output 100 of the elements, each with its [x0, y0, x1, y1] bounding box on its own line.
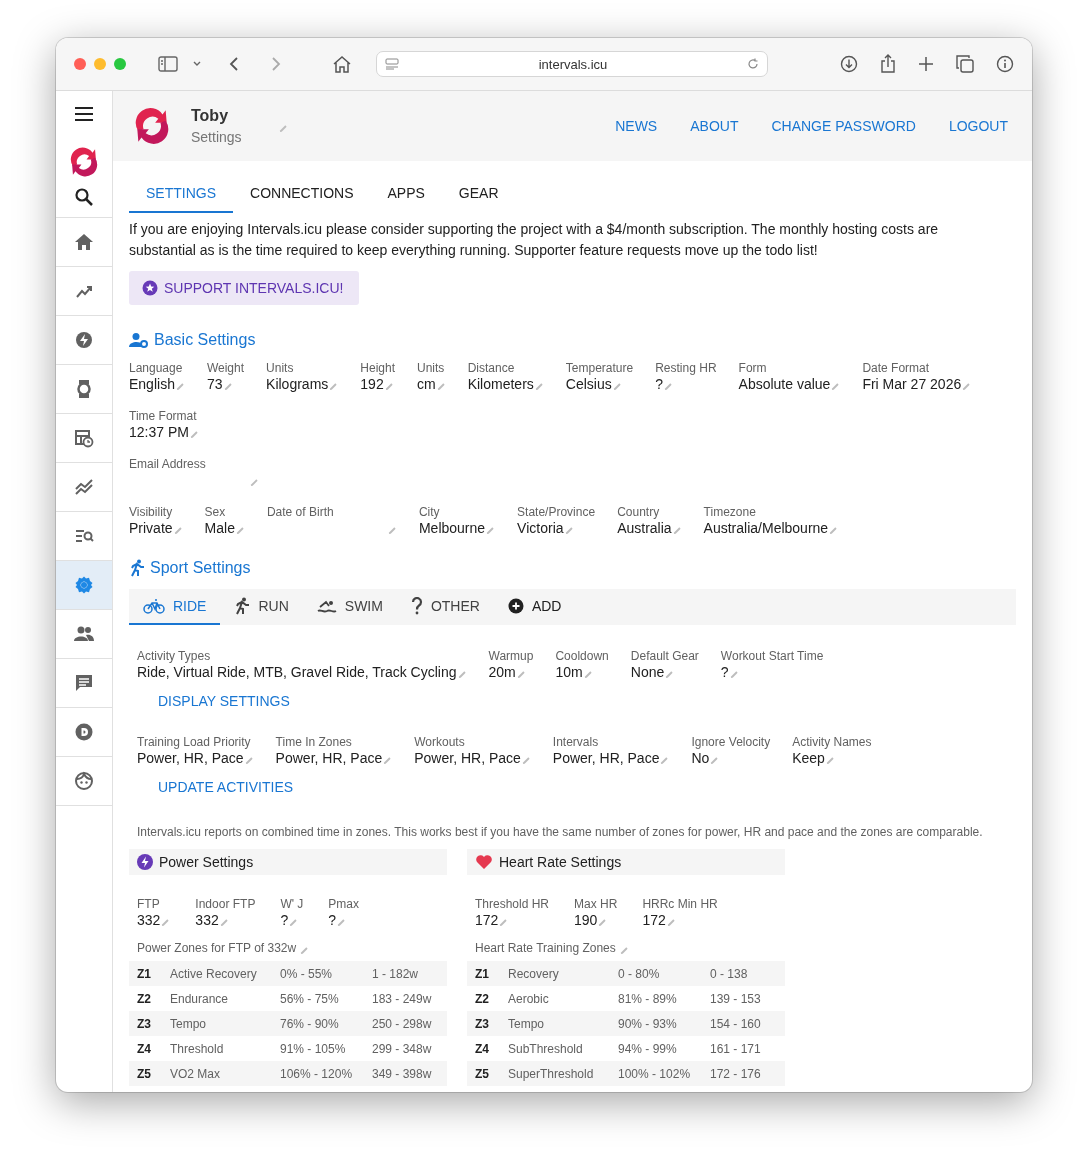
edit-icon[interactable]	[383, 755, 393, 765]
tab[interactable]: GEAR	[441, 175, 516, 213]
edit-icon[interactable]	[329, 381, 339, 391]
edit-icon[interactable]	[564, 525, 574, 535]
field-value[interactable]: Absolute value	[738, 375, 831, 393]
plus-icon[interactable]	[918, 56, 934, 72]
field-value[interactable]: Fri Mar 27 2026	[862, 375, 962, 393]
field-value[interactable]: No	[691, 749, 710, 767]
back-icon[interactable]	[228, 56, 240, 72]
edit-icon[interactable]	[436, 381, 446, 391]
edit-icon[interactable]	[289, 917, 299, 927]
field-value[interactable]: 172	[475, 911, 499, 929]
field-value[interactable]: Male	[204, 519, 235, 537]
edit-icon[interactable]	[387, 525, 397, 535]
edit-icon[interactable]	[612, 381, 622, 391]
edit-icon[interactable]	[729, 669, 739, 679]
edit-icon[interactable]	[534, 381, 544, 391]
edit-icon[interactable]	[672, 525, 682, 535]
display-settings-button[interactable]: DISPLAY SETTINGS	[137, 685, 311, 717]
sidebar-toggle-icon[interactable]	[158, 56, 178, 72]
edit-icon[interactable]	[161, 917, 171, 927]
field-value[interactable]: 332	[195, 911, 219, 929]
field-value[interactable]: ?	[280, 911, 289, 929]
header-link[interactable]: LOGOUT	[948, 118, 1008, 134]
edit-icon[interactable]	[457, 669, 467, 679]
field-value[interactable]: Kilograms	[266, 375, 329, 393]
header-link[interactable]: CHANGE PASSWORD	[771, 118, 916, 134]
chevron-down-icon[interactable]	[192, 60, 202, 68]
edit-icon[interactable]	[619, 945, 629, 955]
field-value[interactable]: Power, HR, Pace	[275, 749, 383, 767]
field-value[interactable]: cm	[417, 375, 436, 393]
address-bar[interactable]: intervals.icu	[376, 51, 768, 77]
edit-icon[interactable]	[244, 755, 254, 765]
field-value[interactable]: ?	[720, 663, 729, 681]
edit-icon[interactable]	[710, 755, 720, 765]
field-value[interactable]: 73	[206, 375, 223, 393]
sport-tab[interactable]: SWIM	[302, 589, 397, 625]
add-sport-button[interactable]: ADD	[493, 589, 576, 625]
sidebar-item[interactable]	[56, 561, 112, 610]
field-value[interactable]: ?	[328, 911, 337, 929]
edit-icon[interactable]	[666, 917, 676, 927]
field-value[interactable]: ?	[655, 375, 663, 393]
field-value[interactable]: Melbourne	[418, 519, 486, 537]
field-value[interactable]: 332	[137, 911, 161, 929]
tab[interactable]: APPS	[370, 175, 442, 213]
header-link[interactable]: NEWS	[615, 118, 658, 134]
field-value[interactable]: Power, HR, Pace	[414, 749, 521, 767]
tab[interactable]: SETTINGS	[129, 175, 233, 213]
field-value[interactable]: Kilometers	[467, 375, 534, 393]
sport-tab[interactable]: RIDE	[129, 589, 221, 625]
info-icon[interactable]	[996, 55, 1014, 73]
tab[interactable]: CONNECTIONS	[233, 175, 371, 213]
edit-icon[interactable]	[829, 525, 839, 535]
edit-icon[interactable]	[486, 525, 496, 535]
field-value[interactable]: Australia/Melbourne	[703, 519, 829, 537]
edit-icon[interactable]	[831, 381, 841, 391]
field-value[interactable]: English	[129, 375, 175, 393]
edit-icon[interactable]	[235, 525, 245, 535]
search-icon[interactable]	[74, 187, 94, 207]
minimize-window-icon[interactable]	[94, 58, 106, 70]
edit-icon[interactable]	[521, 755, 531, 765]
edit-icon[interactable]	[583, 669, 593, 679]
close-window-icon[interactable]	[74, 58, 86, 70]
edit-icon[interactable]	[279, 123, 288, 133]
header-link[interactable]: ABOUT	[690, 118, 739, 134]
edit-icon[interactable]	[499, 917, 509, 927]
field-value[interactable]: None	[630, 663, 665, 681]
edit-icon[interactable]	[664, 381, 673, 391]
edit-icon[interactable]	[337, 917, 347, 927]
field-value[interactable]: 10m	[555, 663, 583, 681]
edit-icon[interactable]	[189, 429, 199, 439]
menu-icon[interactable]	[74, 106, 94, 122]
sport-tab[interactable]: RUN	[220, 589, 303, 625]
support-button[interactable]: SUPPORT INTERVALS.ICU!	[129, 271, 360, 305]
share-icon[interactable]	[880, 54, 896, 74]
edit-icon[interactable]	[250, 477, 259, 487]
field-value[interactable]: Australia	[617, 519, 672, 537]
edit-icon[interactable]	[300, 945, 310, 955]
field-value[interactable]: 12:37 PM	[129, 423, 189, 441]
home-icon[interactable]	[332, 55, 352, 73]
field-value[interactable]: Ride, Virtual Ride, MTB, Gravel Ride, Track Cycling	[137, 663, 457, 681]
edit-icon[interactable]	[516, 669, 526, 679]
field-value[interactable]: 192	[360, 375, 384, 393]
forward-icon[interactable]	[270, 56, 282, 72]
edit-icon[interactable]	[660, 755, 670, 765]
maximize-window-icon[interactable]	[114, 58, 126, 70]
field-value[interactable]: 172	[642, 911, 666, 929]
edit-icon[interactable]	[223, 381, 233, 391]
field-value[interactable]: Keep	[792, 749, 825, 767]
edit-icon[interactable]	[598, 917, 608, 927]
edit-icon[interactable]	[825, 755, 835, 765]
field-value[interactable]: 190	[574, 911, 598, 929]
edit-icon[interactable]	[384, 381, 394, 391]
field-value[interactable]: Celsius	[565, 375, 612, 393]
download-icon[interactable]	[840, 55, 858, 73]
tabs-icon[interactable]	[956, 55, 974, 73]
field-value[interactable]: Power, HR, Pace	[137, 749, 244, 767]
field-value[interactable]: Victoria	[517, 519, 564, 537]
field-value[interactable]: Power, HR, Pace	[552, 749, 660, 767]
edit-icon[interactable]	[219, 917, 229, 927]
